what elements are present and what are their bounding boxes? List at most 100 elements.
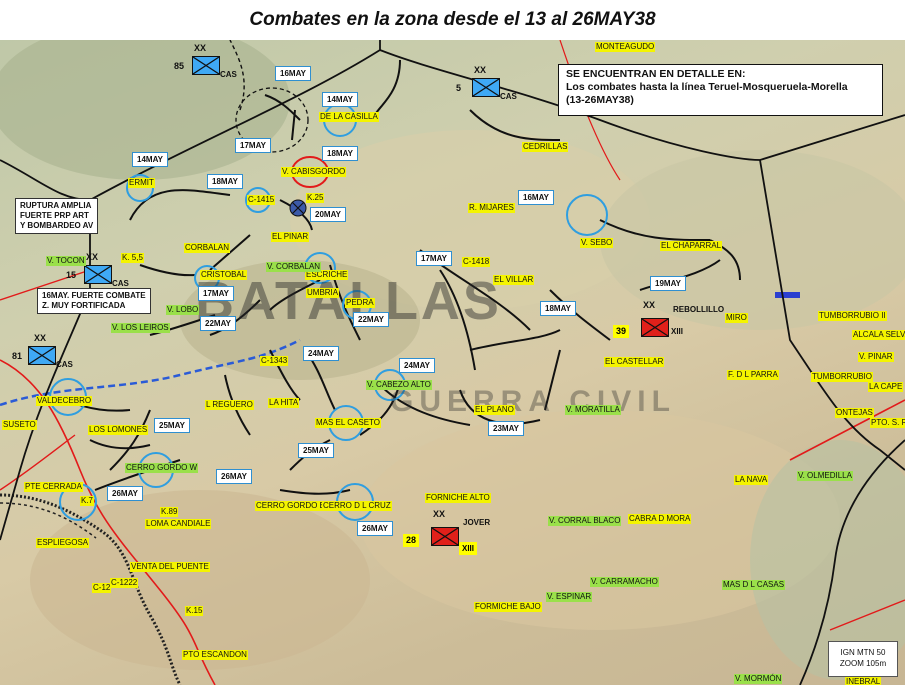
date-label: 16MAY (518, 190, 554, 205)
place-label: CERRO D L CRUZ (322, 501, 392, 511)
place-label: MAS EL CASETO (315, 418, 382, 428)
place-label: K. 5,5 (121, 253, 144, 263)
place-label: V. CABISGORDO (281, 167, 347, 177)
place-label: C-1418 (462, 257, 491, 267)
date-label: 14MAY (132, 152, 168, 167)
date-label: 18MAY (540, 301, 576, 316)
place-label: R. MIJARES (468, 203, 515, 213)
unit-echelon: XX (643, 300, 656, 310)
date-label: 24MAY (399, 358, 435, 373)
place-label: CORBALAN (184, 243, 231, 253)
place-label-green: V. LOBO (166, 305, 200, 315)
detail-legend: SE ENCUENTRAN EN DETALLE EN: Los combate… (558, 64, 883, 116)
unit-tag: JOVER (463, 518, 491, 527)
place-label: MONTEAGUDO (595, 42, 656, 52)
unit-number: 15 (66, 270, 77, 280)
place-label: FORMICHE BAJO (474, 602, 542, 612)
unit-corps: XIII (459, 542, 478, 555)
place-label-green: V. MORMÓN (734, 674, 783, 684)
unit-symbol (192, 56, 220, 75)
place-label: LOS LOMONES (88, 425, 149, 435)
date-label: 22MAY (353, 312, 389, 327)
place-label: PEDRA (345, 298, 375, 308)
place-label: L REGUERO (205, 400, 254, 410)
date-label: 26MAY (107, 486, 143, 501)
place-label: VENTA DEL PUENTE (130, 562, 210, 572)
unit-tag: CAS (56, 360, 73, 369)
place-label: TUMBORRUBIO (811, 372, 873, 382)
map-canvas[interactable]: BATALLAS GUERRA CIVIL SE ENCUENTRAN EN D… (0, 40, 905, 685)
date-label: 18MAY (207, 174, 243, 189)
place-label: PTO ESCANDON (182, 650, 248, 660)
note-combate-line-2: Z. MUY FORTIFICADA (42, 301, 126, 310)
place-label: EL VILLAR (493, 275, 535, 285)
place-label: V. SEBO (580, 238, 614, 248)
place-label: C-1222 (110, 578, 139, 588)
scale-line-1: IGN MTN 50 (840, 648, 886, 657)
place-label: FORNICHE ALTO (425, 493, 491, 503)
place-label: MIRO (725, 313, 748, 323)
unit-symbol (84, 265, 112, 284)
note-ruptura: RUPTURA AMPLIA FUERTE PRP ART Y BOMBARDE… (15, 198, 99, 234)
place-label-green: V. TOCON (46, 256, 86, 266)
place-label: C-12 (92, 583, 112, 593)
place-label: F. D L PARRA (727, 370, 779, 380)
unit-symbol (28, 346, 56, 365)
place-label: CEDRILLAS (522, 142, 569, 152)
date-label: 24MAY (303, 346, 339, 361)
place-label-green: V. CORRAL BLACO (548, 516, 622, 526)
unit-symbol (431, 527, 459, 546)
date-label: 25MAY (154, 418, 190, 433)
unit-echelon: XX (474, 65, 487, 75)
place-label: C-1415 (247, 195, 276, 205)
date-label: 14MAY (322, 92, 358, 107)
legend-line-2: (13-26MAY38) (566, 94, 634, 106)
place-label: VALDECEBRO (36, 396, 93, 406)
place-label: INEBRAL (845, 677, 882, 685)
place-label: PTE CERRADA (24, 482, 83, 492)
date-label: 25MAY (298, 443, 334, 458)
unit-number: 39 (613, 325, 630, 338)
note-combate-line-1: 16MAY. FUERTE COMBATE (42, 291, 146, 300)
place-label-green: V. MORATILLA (565, 405, 621, 415)
unit-tag: REBOLLILLO (673, 305, 725, 314)
unit-echelon: XX (433, 509, 446, 519)
note-ruptura-line-3: Y BOMBARDEO AV (20, 221, 94, 230)
place-label: CABRA D MORA (628, 514, 692, 524)
unit-number: 5 (456, 83, 462, 93)
place-label-green: CERRO GORDO W (125, 463, 199, 473)
place-label: ONTEJAS (835, 408, 874, 418)
place-label: C-1343 (260, 356, 289, 366)
legend-heading: SE ENCUENTRAN EN DETALLE EN: (566, 68, 746, 80)
place-label-green: MAS D L CASAS (722, 580, 786, 590)
place-label: CRISTOBAL (200, 270, 248, 280)
unit-number: 81 (12, 351, 23, 361)
date-label: 20MAY (310, 207, 346, 222)
place-label: LOMA CANDIALE (145, 519, 212, 529)
place-label-green: V. CABEZO ALTO (366, 380, 432, 390)
place-label: LA HITA (268, 398, 300, 408)
place-label-green: V. OLMEDILLA (797, 471, 853, 481)
note-ruptura-line-2: FUERTE PRP ART (20, 211, 89, 220)
date-label: 22MAY (200, 316, 236, 331)
note-ruptura-line-1: RUPTURA AMPLIA (20, 201, 92, 210)
place-label-green: V. ESPINAR (546, 592, 593, 602)
unit-corps: XIII (671, 327, 684, 336)
place-label: UMBRIA (306, 288, 340, 298)
place-label: ESPLIEGOSA (36, 538, 90, 548)
date-label: 17MAY (198, 286, 234, 301)
place-label: SUSETO (2, 420, 37, 430)
unit-tag: CAS (220, 70, 237, 79)
place-label: EL PLANO (474, 405, 515, 415)
place-label: LA CAPE (868, 382, 904, 392)
date-label: 17MAY (235, 138, 271, 153)
date-label: 18MAY (322, 146, 358, 161)
unit-tag: CAS (112, 279, 129, 288)
map-title: Combates en la zona desde el 13 al 26MAY… (249, 9, 656, 30)
place-label: EL PINAR (271, 232, 310, 242)
legend-line-1: Los combates hasta la línea Teruel-Mosqu… (566, 81, 848, 93)
unit-number: 28 (403, 534, 420, 547)
place-label: ERMIT (128, 178, 155, 188)
date-label: 26MAY (357, 521, 393, 536)
place-label: ALCALA SELVA (852, 330, 905, 340)
